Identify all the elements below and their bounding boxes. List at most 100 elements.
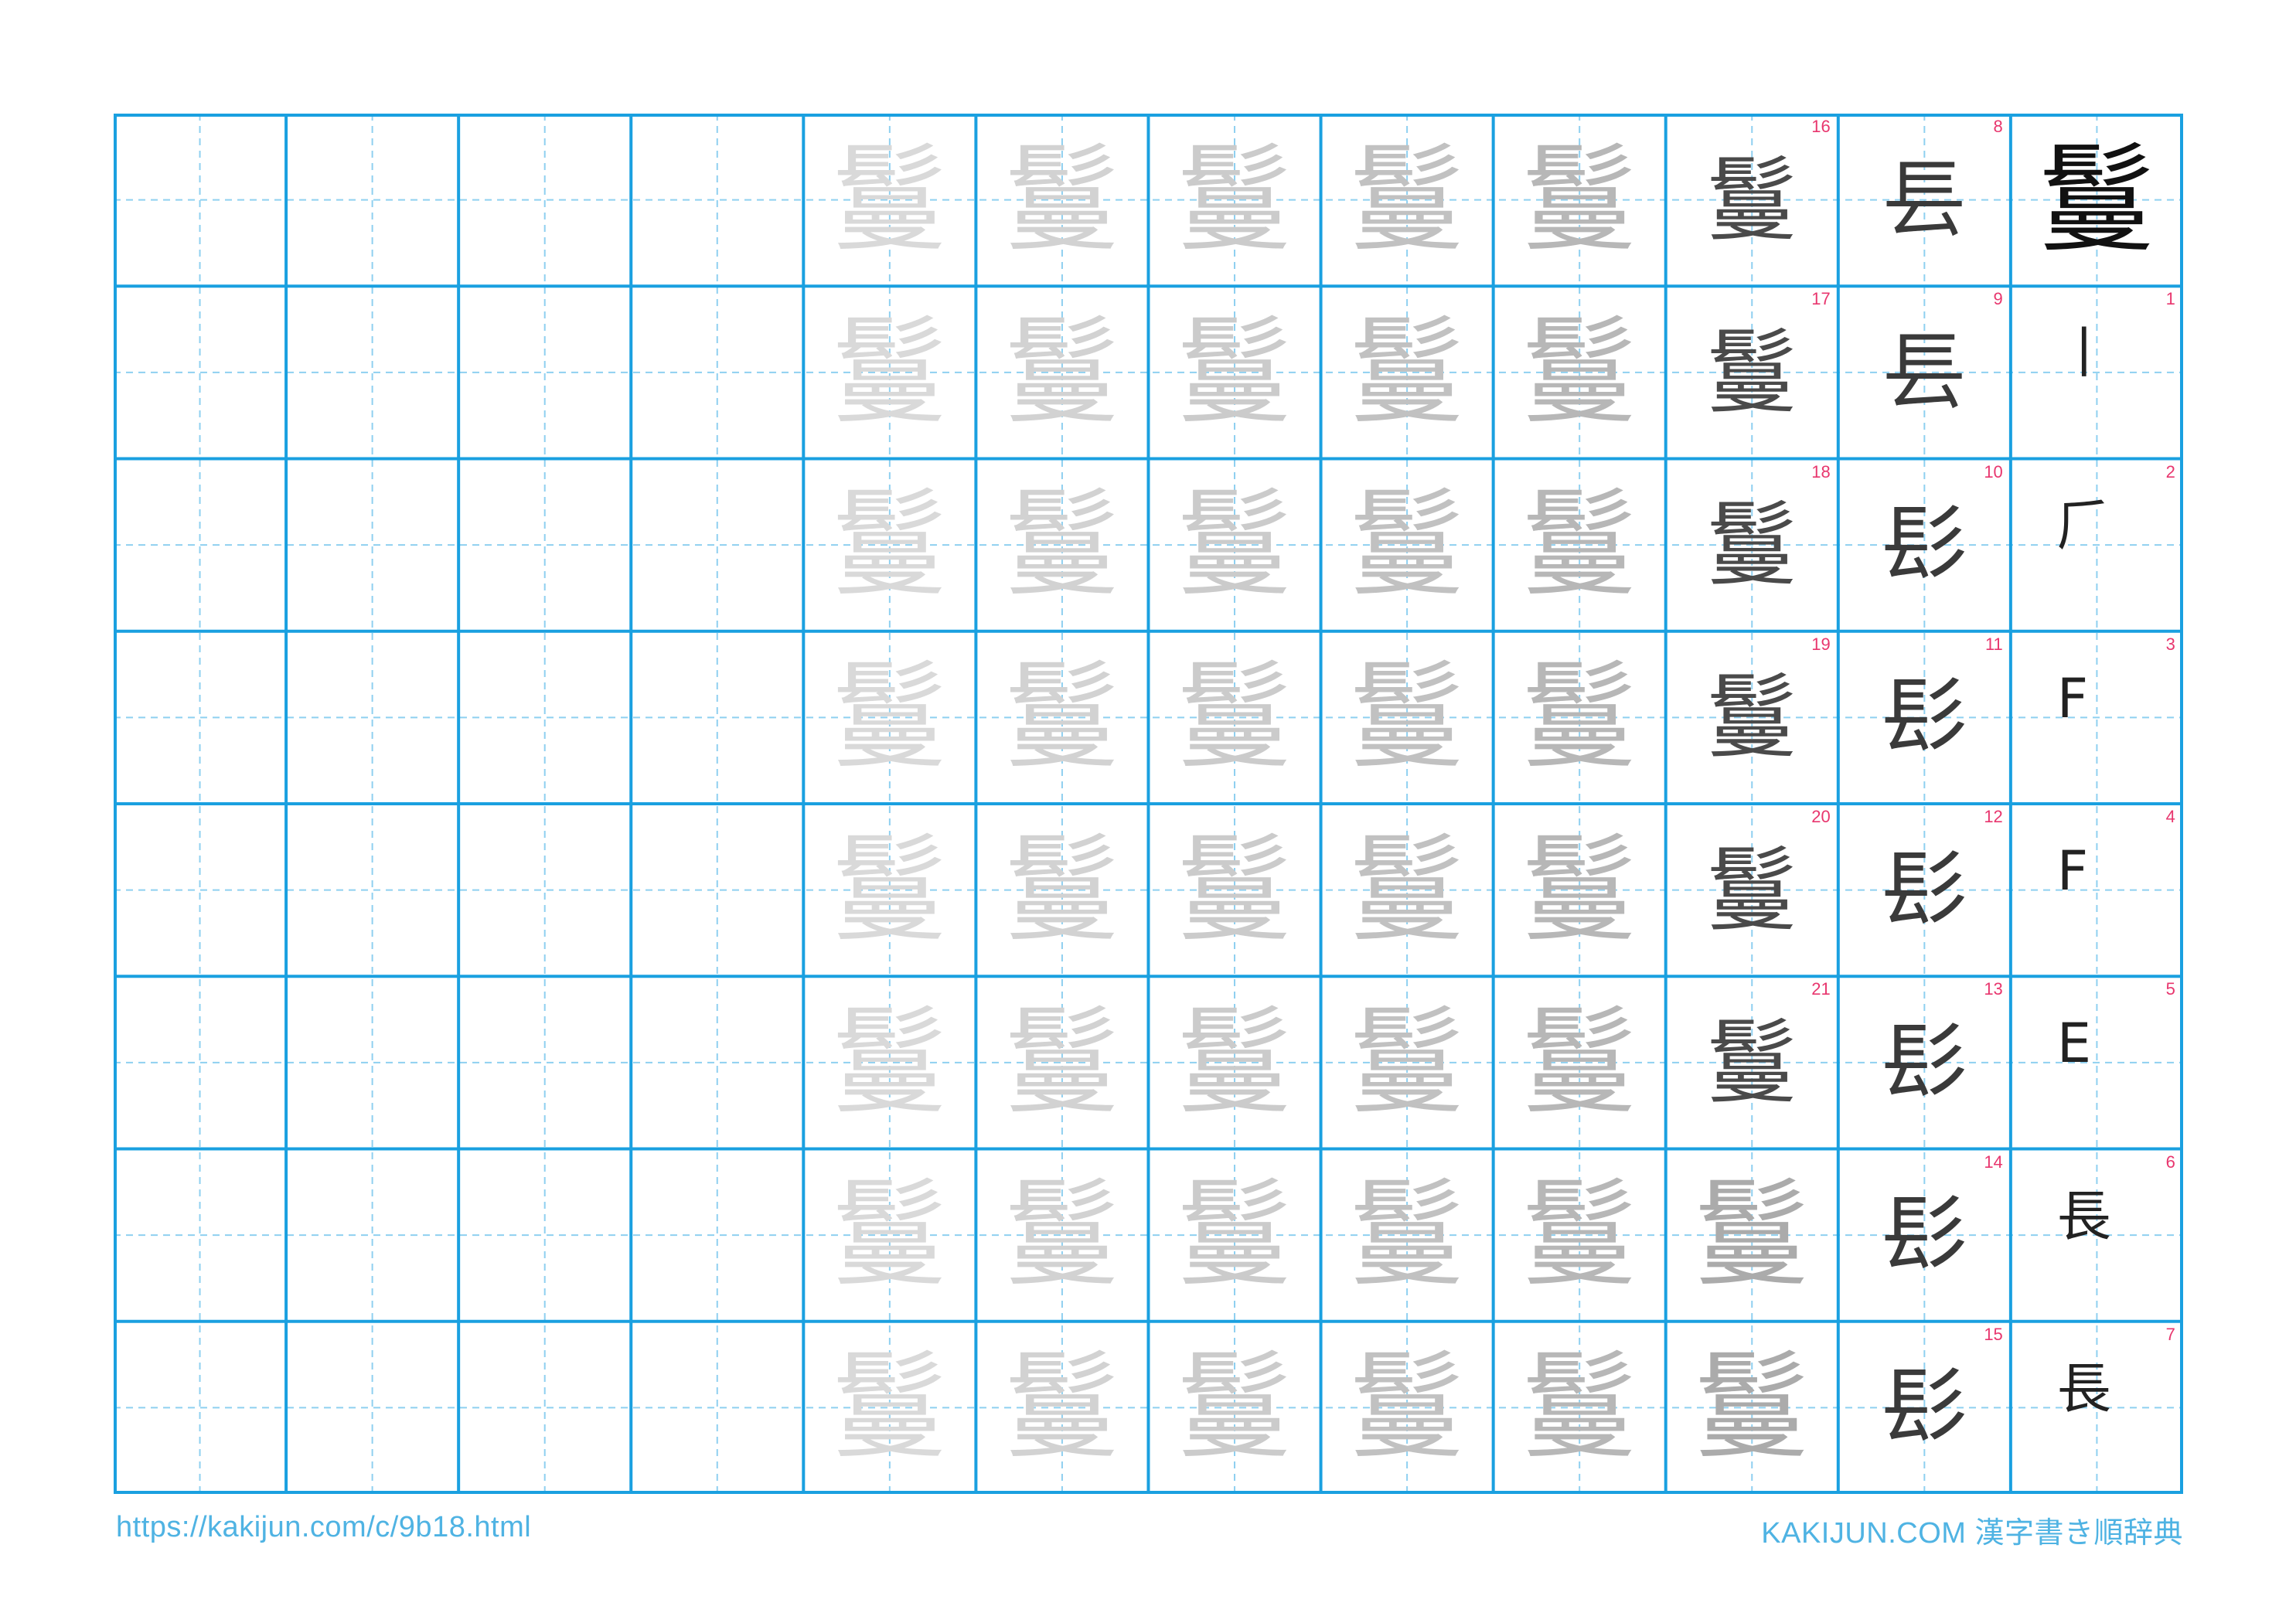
- kanji-glyph: 鬘: [1003, 305, 1120, 440]
- stroke-number: 17: [1811, 289, 1831, 309]
- stroke-number: 6: [2165, 1152, 2175, 1172]
- kanji-glyph: 丨: [2056, 322, 2111, 386]
- stroke-order-cell: 髟 10: [1838, 459, 2011, 631]
- stroke-order-cell: 髟 14: [1838, 1149, 2011, 1322]
- empty-practice-cell: [114, 976, 286, 1148]
- kanji-glyph: 鬘: [1176, 305, 1293, 440]
- stroke-number: 8: [1993, 117, 2003, 136]
- empty-practice-cell: [631, 1322, 803, 1494]
- empty-practice-cell: [631, 459, 803, 631]
- kanji-glyph: 鬘: [1003, 822, 1120, 958]
- empty-practice-cell: [114, 114, 286, 286]
- kanji-glyph: 鬘: [1521, 305, 1638, 440]
- empty-practice-cell: [286, 114, 458, 286]
- kanji-glyph: 鬘: [1694, 1168, 1811, 1302]
- kanji-glyph: 髟: [1882, 840, 1967, 940]
- stroke-number: 21: [1811, 979, 1831, 999]
- trace-cell: 鬘: [1321, 804, 1494, 976]
- trace-cell: 鬘: [1494, 459, 1666, 631]
- trace-cell: 鬘: [803, 631, 976, 804]
- stroke-number: 9: [1993, 289, 2003, 309]
- empty-practice-cell: [286, 804, 458, 976]
- stroke-number: 2: [2165, 461, 2175, 481]
- kanji-glyph: 鬘: [831, 822, 948, 958]
- kanji-glyph: 鬘: [2038, 131, 2156, 268]
- stroke-order-cell: 鬘 17: [1666, 286, 1838, 458]
- source-url-link[interactable]: https://kakijun.com/c/9b18.html: [116, 1511, 531, 1544]
- stroke-order-cell: F4: [2011, 804, 2183, 976]
- empty-practice-cell: [286, 459, 458, 631]
- kanji-glyph: 鬘: [831, 132, 948, 267]
- empty-practice-cell: [631, 114, 803, 286]
- kanji-glyph: 鬘: [1349, 1340, 1466, 1475]
- trace-cell: 鬘: [1148, 286, 1320, 458]
- kanji-glyph: 鬘: [831, 305, 948, 440]
- kanji-glyph: 鬘: [1349, 305, 1466, 440]
- stroke-number: 18: [1811, 461, 1831, 481]
- kanji-glyph: 鬘: [831, 995, 948, 1130]
- stroke-order-cell: 髟 12: [1838, 804, 2011, 976]
- trace-cell: 鬘: [976, 114, 1148, 286]
- kanji-glyph: 髟: [1882, 1358, 1967, 1458]
- empty-practice-cell: [114, 804, 286, 976]
- kanji-glyph: 鬘: [1176, 1168, 1293, 1302]
- kanji-glyph: 髟: [1882, 1012, 1967, 1112]
- kanji-glyph: 鬘: [1706, 492, 1798, 598]
- trace-cell: 鬘: [1666, 1149, 1838, 1322]
- kanji-glyph: 髟: [1882, 495, 1967, 594]
- kanji-glyph: 鬘: [1706, 836, 1798, 944]
- kanji-glyph: 鬘: [831, 478, 948, 612]
- kanji-glyph: 鬘: [1176, 132, 1293, 267]
- trace-cell: 鬘: [976, 286, 1148, 458]
- empty-practice-cell: [631, 976, 803, 1148]
- kanji-glyph: 鬘: [1694, 1340, 1811, 1475]
- kanji-glyph: 鬘: [1521, 650, 1638, 785]
- kanji-glyph: 鬘: [1706, 146, 1798, 253]
- stroke-order-cell: 𠂆2: [2011, 459, 2183, 631]
- stroke-order-cell: 鬘 19: [1666, 631, 1838, 804]
- empty-practice-cell: [631, 631, 803, 804]
- empty-practice-cell: [286, 631, 458, 804]
- kanji-glyph: E: [2056, 1012, 2092, 1076]
- trace-cell: 鬘: [1494, 976, 1666, 1148]
- practice-grid: 鬘丨 1 𠂆 2 F 3 F 4 E 5 長 6 長 7 镸 8 镸 9 髟 10 髟 11 髟 12 髟 13 髟 14 髟 15 鬘 16…: [114, 114, 2183, 1494]
- kanji-glyph: 鬘: [1349, 822, 1466, 958]
- trace-cell: 鬘: [1148, 804, 1320, 976]
- kanji-glyph: 鬘: [1349, 478, 1466, 612]
- kanji-glyph: 鬘: [1003, 132, 1120, 267]
- site-brand: KAKIJUN.COM 漢字書き順辞典: [1761, 1517, 2183, 1550]
- trace-cell: 鬘: [1148, 1322, 1320, 1494]
- kanji-glyph: 鬘: [1349, 995, 1466, 1130]
- kanji-glyph: 鬘: [831, 650, 948, 785]
- empty-practice-cell: [458, 114, 631, 286]
- trace-cell: 鬘: [1321, 459, 1494, 631]
- kanji-glyph: 鬘: [1003, 650, 1120, 785]
- empty-practice-cell: [286, 1149, 458, 1322]
- trace-cell: 鬘: [803, 1149, 976, 1322]
- empty-practice-cell: [458, 1322, 631, 1494]
- trace-cell: 鬘: [1321, 114, 1494, 286]
- trace-cell: 鬘: [803, 459, 976, 631]
- empty-practice-cell: [458, 804, 631, 976]
- stroke-number: 13: [1984, 979, 2003, 999]
- trace-cell: 鬘: [1148, 976, 1320, 1148]
- empty-practice-cell: [458, 459, 631, 631]
- trace-cell: 鬘: [976, 1322, 1148, 1494]
- kanji-glyph: 鬘: [1003, 995, 1120, 1130]
- kanji-glyph: 長: [2056, 1356, 2111, 1421]
- empty-practice-cell: [458, 976, 631, 1148]
- kanji-glyph: 鬘: [1521, 1168, 1638, 1302]
- stroke-order-cell: 髟 11: [1838, 631, 2011, 804]
- stroke-number: 3: [2165, 634, 2175, 654]
- kanji-glyph: 鬘: [1521, 995, 1638, 1130]
- kanji-glyph: 長: [2056, 1184, 2111, 1248]
- kanji-glyph: 鬘: [1706, 1009, 1798, 1116]
- empty-practice-cell: [114, 631, 286, 804]
- stroke-order-cell: 鬘 21: [1666, 976, 1838, 1148]
- kanji-glyph: 镸: [1882, 150, 1967, 250]
- stroke-number: 20: [1811, 807, 1831, 826]
- stroke-order-cell: 髟 13: [1838, 976, 2011, 1148]
- kanji-glyph: 鬘: [831, 1340, 948, 1475]
- stroke-number: 10: [1984, 461, 2003, 481]
- empty-practice-cell: [631, 804, 803, 976]
